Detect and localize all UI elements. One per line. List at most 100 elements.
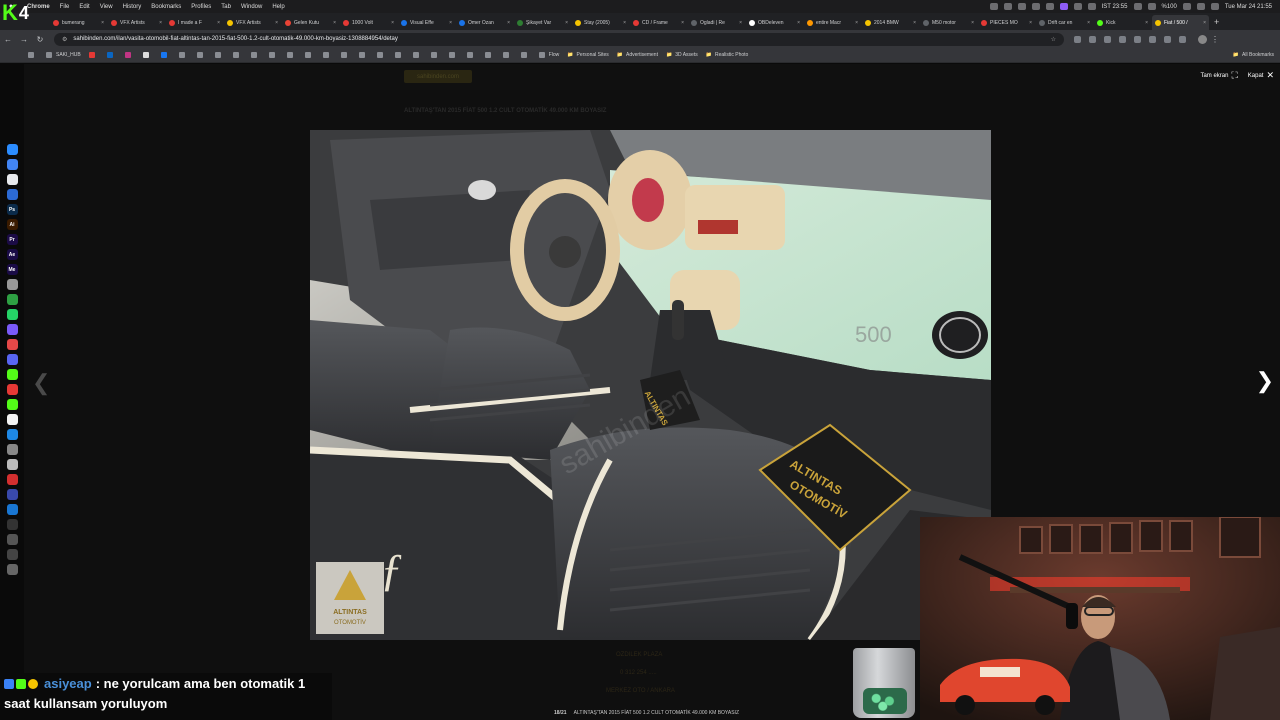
menubar-datetime[interactable]: Tue Mar 24 21:55 bbox=[1225, 4, 1272, 10]
notes-icon[interactable] bbox=[6, 414, 18, 425]
tab-close-icon[interactable]: × bbox=[1029, 20, 1032, 26]
extension-icon[interactable] bbox=[1119, 35, 1126, 43]
bookmark-icon-only[interactable] bbox=[142, 52, 153, 58]
tab-close-icon[interactable]: × bbox=[1203, 20, 1206, 26]
extension-icon[interactable] bbox=[1104, 35, 1111, 43]
fullscreen-button[interactable]: Tam ekran ⛶ bbox=[1200, 70, 1237, 81]
tray-app-icon[interactable] bbox=[1087, 3, 1096, 10]
menu-bookmarks[interactable]: Bookmarks bbox=[146, 4, 186, 10]
bookmark-icon-only[interactable] bbox=[196, 52, 207, 58]
bookmark-apps-icon[interactable] bbox=[28, 52, 38, 58]
tab-close-icon[interactable]: × bbox=[507, 20, 510, 26]
browser-tab[interactable]: bumerang × bbox=[50, 15, 107, 30]
bookmark-folder-realistic-photo[interactable]: 📁 Realistic Photo bbox=[706, 52, 749, 58]
bookmark-icon-only[interactable] bbox=[124, 52, 135, 58]
bookmark-icon-only[interactable] bbox=[106, 52, 117, 58]
address-url[interactable]: sahibinden.com/ilan/vasita-otomobil-fiat… bbox=[73, 36, 398, 42]
app-icon[interactable] bbox=[6, 384, 18, 395]
app-icon[interactable] bbox=[6, 444, 18, 455]
browser-tab[interactable]: Stay (2005) × bbox=[572, 15, 629, 30]
tab-close-icon[interactable]: × bbox=[333, 20, 336, 26]
browser-tab[interactable]: M50 motor × bbox=[920, 15, 977, 30]
browser-tab[interactable]: OBDeleven × bbox=[746, 15, 803, 30]
bookmark-folder-advertisement[interactable]: 📁 Advertisement bbox=[617, 52, 658, 58]
bookmark-icon-only[interactable] bbox=[376, 52, 387, 58]
back-button[interactable]: ← bbox=[0, 35, 16, 44]
battery-percent[interactable]: %100 bbox=[1162, 4, 1177, 10]
tray-app-icon[interactable] bbox=[1045, 3, 1054, 10]
browser-tab[interactable]: 2014 BMW × bbox=[862, 15, 919, 30]
tab-close-icon[interactable]: × bbox=[971, 20, 974, 26]
app-icon[interactable] bbox=[6, 294, 18, 305]
app-icon[interactable] bbox=[6, 324, 18, 335]
tray-app-icon[interactable] bbox=[1017, 3, 1026, 10]
tab-close-icon[interactable]: × bbox=[855, 20, 858, 26]
browser-tab[interactable]: Omer Ozan × bbox=[456, 15, 513, 30]
browser-tab[interactable]: VFX Artists × bbox=[224, 15, 281, 30]
menu-file[interactable]: File bbox=[55, 4, 75, 10]
search-icon[interactable] bbox=[1196, 3, 1205, 10]
menu-tab[interactable]: Tab bbox=[216, 4, 236, 10]
tab-close-icon[interactable]: × bbox=[681, 20, 684, 26]
tab-close-icon[interactable]: × bbox=[159, 20, 162, 26]
menu-help[interactable]: Help bbox=[267, 4, 289, 10]
tab-close-icon[interactable]: × bbox=[217, 20, 220, 26]
bookmark-folder-3d-assets[interactable]: 📁 3D Assets bbox=[666, 52, 698, 58]
menu-profiles[interactable]: Profiles bbox=[186, 4, 216, 10]
menu-window[interactable]: Window bbox=[236, 4, 267, 10]
premiere-icon[interactable]: Pr bbox=[6, 234, 18, 245]
after-effects-icon[interactable]: Ae bbox=[6, 249, 18, 260]
side-panel-icon[interactable] bbox=[1149, 35, 1156, 43]
bookmark-icon-only[interactable] bbox=[232, 52, 243, 58]
browser-tab[interactable]: Gelen Kutu × bbox=[282, 15, 339, 30]
browser-tab[interactable]: Drift car en × bbox=[1036, 15, 1093, 30]
next-photo-arrow[interactable]: ❯ bbox=[1256, 368, 1274, 394]
obs-icon[interactable] bbox=[6, 519, 18, 530]
bookmark-icon-only[interactable] bbox=[304, 52, 315, 58]
tab-close-icon[interactable]: × bbox=[101, 20, 104, 26]
app-icon[interactable] bbox=[6, 549, 18, 560]
browser-tab[interactable]: I made a F × bbox=[166, 15, 223, 30]
download-icon[interactable] bbox=[1164, 35, 1171, 43]
browser-tab[interactable]: entire Macr × bbox=[804, 15, 861, 30]
extensions-puzzle-icon[interactable] bbox=[1134, 35, 1141, 43]
bookmark-icon-only[interactable] bbox=[214, 52, 225, 58]
bookmark-icon-only[interactable] bbox=[520, 52, 531, 58]
menu-edit[interactable]: Edit bbox=[74, 4, 94, 10]
tab-close-icon[interactable]: × bbox=[275, 20, 278, 26]
tab-close-icon[interactable]: × bbox=[1087, 20, 1090, 26]
bookmark-icon-only[interactable] bbox=[394, 52, 405, 58]
bookmark-folder-personal-sites[interactable]: 📁 Personal Sites bbox=[567, 52, 608, 58]
tab-close-icon[interactable]: × bbox=[797, 20, 800, 26]
app-icon[interactable] bbox=[6, 159, 18, 170]
app-icon[interactable] bbox=[6, 339, 18, 350]
finder-icon[interactable] bbox=[6, 144, 18, 155]
bookmark-icon-only[interactable] bbox=[484, 52, 495, 58]
wifi-icon[interactable] bbox=[1182, 3, 1191, 10]
menu-history[interactable]: History bbox=[118, 4, 147, 10]
bookmark-icon-only[interactable] bbox=[268, 52, 279, 58]
bookmark-star-icon[interactable]: ☆ bbox=[1051, 36, 1056, 43]
bookmark-saki-hub[interactable]: SAKI_HUB bbox=[46, 52, 81, 58]
bookmark-icon-only[interactable] bbox=[340, 52, 351, 58]
tab-close-icon[interactable]: × bbox=[449, 20, 452, 26]
tray-clock-ist[interactable]: IST 23:55 bbox=[1102, 4, 1128, 10]
app-icon[interactable] bbox=[6, 504, 18, 515]
browser-tab[interactable]: Kick × bbox=[1094, 15, 1151, 30]
browser-tab[interactable]: CD / Frame × bbox=[630, 15, 687, 30]
browser-tab[interactable]: 1000 Volt × bbox=[340, 15, 397, 30]
app-icon[interactable] bbox=[6, 459, 18, 470]
chrome-icon[interactable] bbox=[6, 174, 18, 185]
media-encoder-icon[interactable]: Me bbox=[6, 264, 18, 275]
illustrator-icon[interactable]: Ai bbox=[6, 219, 18, 230]
translate-icon[interactable] bbox=[1179, 35, 1186, 43]
app-icon[interactable] bbox=[6, 429, 18, 440]
tab-close-icon[interactable]: × bbox=[391, 20, 394, 26]
browser-tab[interactable]: Ogladi | Re × bbox=[688, 15, 745, 30]
browser-tab[interactable]: Visual Effe × bbox=[398, 15, 455, 30]
bookmark-icon-only[interactable] bbox=[160, 52, 171, 58]
tab-active[interactable]: Fiat / 500 / × bbox=[1152, 15, 1209, 30]
app-icon[interactable] bbox=[6, 474, 18, 485]
address-bar[interactable]: ⚙ sahibinden.com/ilan/vasita-otomobil-fi… bbox=[54, 32, 1064, 46]
bookmark-icon-only[interactable] bbox=[430, 52, 441, 58]
